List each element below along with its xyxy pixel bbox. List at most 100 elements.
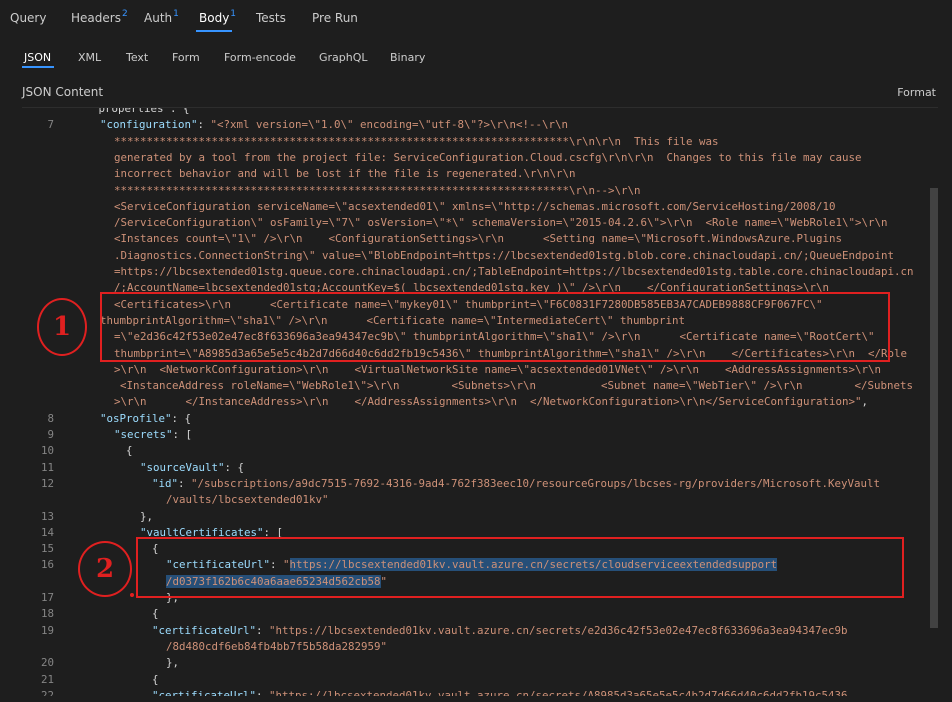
tab-pre-run[interactable]: Pre Run <box>312 11 359 25</box>
tab-tests[interactable]: Tests <box>256 11 287 25</box>
code-token: : [ <box>172 428 193 441</box>
code-token: "secrets" <box>114 428 173 441</box>
line-number: 15 <box>40 542 54 556</box>
code-text: ****************************************… <box>114 134 719 150</box>
tab-query[interactable]: Query <box>10 11 47 25</box>
code-line: 22 "certificateUrl": "https://lbcsextende… <box>22 688 938 696</box>
code-text: "osProfile": { <box>100 411 191 427</box>
code-token: <ServiceConfiguration serviceName=\"acse… <box>114 199 836 213</box>
code-text: incorrect behavior and will be lost if t… <box>114 166 576 182</box>
code-token: <Instances count=\"1\" />\r\n <Configura… <box>114 232 843 246</box>
code-line: 7 "configuration": "<?xml version=\"1.0\"… <box>22 117 938 133</box>
code-token: }, <box>140 509 154 523</box>
code-line: 9 "secrets": [ <box>22 427 938 443</box>
code-token: generated by a tool from the project fil… <box>114 150 862 164</box>
code-token: { <box>126 444 133 458</box>
code-token: incorrect behavior and will be lost if t… <box>114 167 576 181</box>
code-token: { <box>152 672 159 686</box>
json-editor[interactable]: "properties": { 7 "configuration": "<?xml … <box>22 107 938 696</box>
code-line: ****************************************… <box>22 134 938 150</box>
active-tab-indicator <box>196 30 232 32</box>
code-line: /8d480cdf6eb84fb4bb7f5b58da282959" <box>22 639 938 655</box>
code-token: "sourceVault" <box>140 460 225 474</box>
code-line: 12 "id": "/subscriptions/a9dc7515-7692-43… <box>22 476 938 492</box>
code-token: /vaults/lbcsextended01kv" <box>166 493 329 507</box>
code-token: .Diagnostics.ConnectionString\" value=\"… <box>114 248 895 262</box>
code-token: /8d480cdf6eb84fb4bb7f5b58da282959" <box>166 639 388 653</box>
code-line: "properties": { <box>22 107 938 117</box>
code-text: ****************************************… <box>114 183 641 199</box>
json-content-title: JSON Content <box>22 85 104 99</box>
code-token: { <box>152 607 159 621</box>
tab-auth[interactable]: Auth1 <box>144 9 179 25</box>
code-token: /ServiceConfiguration\" osFamily=\"7\" o… <box>114 216 888 230</box>
code-line: 21 { <box>22 672 938 688</box>
format-button[interactable]: Format <box>897 86 936 99</box>
code-token: }, <box>166 656 180 670</box>
code-line: 10 { <box>22 443 938 459</box>
editor-scrollbar[interactable] <box>930 188 938 628</box>
code-line: =https://lbcsextended01stg.queue.core.ch… <box>22 264 938 280</box>
code-line: <Instances count=\"1\" />\r\n <Configura… <box>22 231 938 247</box>
code-text: "certificateUrl": "https://lbcsextended0… <box>152 623 848 639</box>
tab-xml[interactable]: XML <box>78 51 101 64</box>
code-token: : <box>256 623 270 637</box>
tab-headers[interactable]: Headers2 <box>71 9 128 25</box>
code-token: "properties": { <box>92 107 190 115</box>
tab-graphql[interactable]: GraphQL <box>319 51 368 64</box>
code-line: incorrect behavior and will be lost if t… <box>22 166 938 182</box>
code-token: "id" <box>152 476 179 490</box>
code-token: : { <box>224 460 245 474</box>
line-number: 17 <box>40 591 54 604</box>
code-line: 8 "osProfile": { <box>22 411 938 427</box>
code-token: "certificateUrl" <box>152 623 257 637</box>
code-line: 19 "certificateUrl": "https://lbcsextende… <box>22 623 938 639</box>
code-text: =https://lbcsextended01stg.queue.core.ch… <box>114 264 914 280</box>
tab-form[interactable]: Form <box>172 51 200 64</box>
tab-form-encode[interactable]: Form-encode <box>224 51 296 64</box>
code-text: <ServiceConfiguration serviceName=\"acse… <box>114 199 836 215</box>
line-number: 12 <box>40 476 54 490</box>
code-text: { <box>152 672 159 688</box>
code-token: "certificateUrl" <box>152 688 257 696</box>
code-token: "osProfile" <box>100 411 172 425</box>
tab-json[interactable]: JSON <box>24 51 51 64</box>
active-body-tab-indicator <box>22 66 54 68</box>
code-token: : <box>197 118 211 132</box>
line-number: 11 <box>40 460 54 474</box>
code-line: .Diagnostics.ConnectionString\" value=\"… <box>22 248 938 264</box>
tab-body[interactable]: Body1 <box>199 9 237 25</box>
code-text: "sourceVault": { <box>140 460 244 476</box>
code-line: /vaults/lbcsextended01kv" <box>22 492 938 508</box>
code-line: 11 "sourceVault": { <box>22 460 938 476</box>
code-text: }, <box>140 509 153 525</box>
code-text: >\r\n </InstanceAddress>\r\n </AddressAs… <box>114 394 868 410</box>
code-token: , <box>861 395 869 409</box>
line-number: 18 <box>40 607 54 621</box>
body-count-badge: 1 <box>230 9 237 19</box>
code-text: .Diagnostics.ConnectionString\" value=\"… <box>114 248 894 264</box>
code-token: "configuration" <box>100 118 198 132</box>
code-text: { <box>126 443 133 459</box>
request-tab-bar: Query Headers2 Auth1 Body1 Tests Pre Run <box>0 0 952 36</box>
line-number: 8 <box>47 411 54 425</box>
code-line: >\r\n <NetworkConfiguration>\r\n <Virtua… <box>22 362 938 378</box>
code-token: >\r\n <NetworkConfiguration>\r\n <Virtua… <box>114 362 882 376</box>
code-token: <InstanceAddress roleName=\"WebRole1\">\… <box>120 379 914 393</box>
code-line: generated by a tool from the project fil… <box>22 150 938 166</box>
auth-count-badge: 1 <box>173 9 179 19</box>
annotation-marker-1: 1 <box>37 298 87 356</box>
code-text: "properties": { <box>92 107 190 117</box>
code-token: : <box>256 688 270 696</box>
line-number: 10 <box>40 444 54 458</box>
code-token: =https://lbcsextended01stg.queue.core.ch… <box>114 265 914 278</box>
tab-text[interactable]: Text <box>126 51 148 64</box>
tab-binary[interactable]: Binary <box>390 51 425 64</box>
code-text: <InstanceAddress roleName=\"WebRole1\">\… <box>120 378 913 394</box>
code-text: "configuration": "<?xml version=\"1.0\" … <box>100 117 568 133</box>
code-text: "id": "/subscriptions/a9dc7515-7692-4316… <box>152 476 880 492</box>
code-text: { <box>152 606 159 622</box>
code-text: }, <box>166 655 179 671</box>
code-token: "<?xml version=\"1.0\" encoding=\"utf-8\… <box>210 118 569 132</box>
headers-count-badge: 2 <box>121 9 128 19</box>
